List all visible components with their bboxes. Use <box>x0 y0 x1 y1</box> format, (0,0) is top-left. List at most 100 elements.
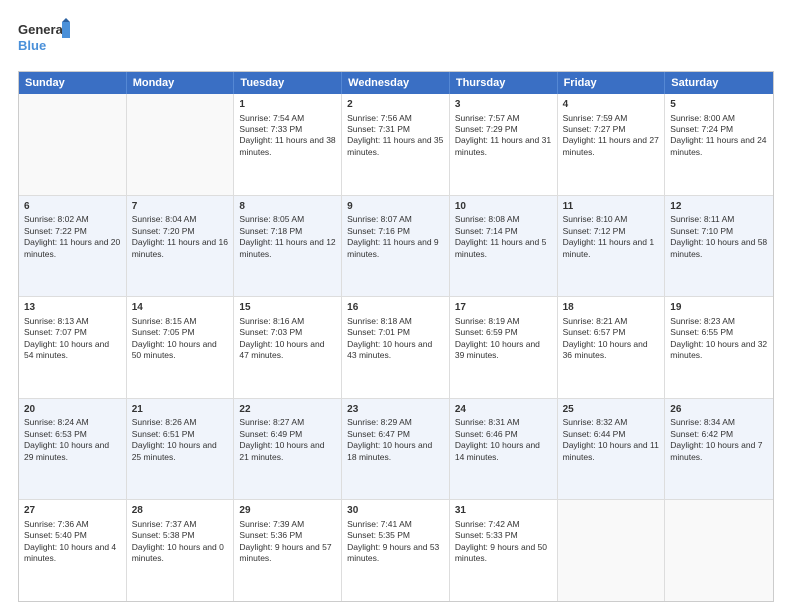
sunrise-text: Sunrise: 8:04 AM <box>132 214 197 224</box>
day-number: 20 <box>24 403 121 417</box>
header-day-friday: Friday <box>558 72 666 94</box>
calendar-cell: 20Sunrise: 8:24 AMSunset: 6:53 PMDayligh… <box>19 399 127 500</box>
day-number: 12 <box>670 200 768 214</box>
day-number: 24 <box>455 403 552 417</box>
calendar-cell: 28Sunrise: 7:37 AMSunset: 5:38 PM Dayligh… <box>127 500 235 601</box>
sunset-text: Sunset: 7:27 PM <box>563 124 626 134</box>
sunrise-text: Sunrise: 7:54 AM <box>239 113 304 123</box>
daylight-text: Daylight: 10 hours and 14 minutes. <box>455 440 540 461</box>
day-number: 23 <box>347 403 444 417</box>
daylight-text: Daylight: 10 hours and 39 minutes. <box>455 339 540 360</box>
sunrise-text: Sunrise: 8:19 AM <box>455 316 520 326</box>
sunset-text: Sunset: 6:51 PM <box>132 429 195 439</box>
calendar-cell <box>127 94 235 195</box>
sunrise-text: Sunrise: 8:05 AM <box>239 214 304 224</box>
calendar-cell: 29Sunrise: 7:39 AMSunset: 5:36 PMDayligh… <box>234 500 342 601</box>
calendar-cell: 19Sunrise: 8:23 AMSunset: 6:55 PMDayligh… <box>665 297 773 398</box>
calendar-cell: 24Sunrise: 8:31 AMSunset: 6:46 PMDayligh… <box>450 399 558 500</box>
day-number: 25 <box>563 403 660 417</box>
day-number: 29 <box>239 504 336 518</box>
daylight-text: Daylight: 10 hours and 58 minutes. <box>670 237 767 258</box>
sunrise-text: Sunrise: 7:37 AM <box>132 519 197 529</box>
sunrise-text: Sunrise: 7:39 AM <box>239 519 304 529</box>
calendar-cell: 17Sunrise: 8:19 AMSunset: 6:59 PMDayligh… <box>450 297 558 398</box>
sunset-text: Sunset: 7:12 PM <box>563 226 626 236</box>
sunrise-text: Sunrise: 8:21 AM <box>563 316 628 326</box>
day-number: 28 <box>132 504 229 518</box>
sunset-text: Sunset: 7:22 PM <box>24 226 87 236</box>
sunrise-text: Sunrise: 8:16 AM <box>239 316 304 326</box>
sunset-text: Sunset: 5:38 PM <box>132 530 195 540</box>
sunset-text: Sunset: 7:20 PM <box>132 226 195 236</box>
calendar-cell: 8Sunrise: 8:05 AMSunset: 7:18 PMDaylight… <box>234 196 342 297</box>
sunrise-text: Sunrise: 8:34 AM <box>670 417 735 427</box>
calendar-cell: 1Sunrise: 7:54 AMSunset: 7:33 PMDaylight… <box>234 94 342 195</box>
sunset-text: Sunset: 7:18 PM <box>239 226 302 236</box>
day-number: 6 <box>24 200 121 214</box>
daylight-text: Daylight: 9 hours and 53 minutes. <box>347 542 439 563</box>
calendar-cell: 27Sunrise: 7:36 AMSunset: 5:40 PMDayligh… <box>19 500 127 601</box>
day-number: 4 <box>563 98 660 112</box>
calendar-cell: 12Sunrise: 8:11 AMSunset: 7:10 PMDayligh… <box>665 196 773 297</box>
calendar: SundayMondayTuesdayWednesdayThursdayFrid… <box>18 71 774 602</box>
sunset-text: Sunset: 5:33 PM <box>455 530 518 540</box>
calendar-cell <box>558 500 666 601</box>
sunrise-text: Sunrise: 8:23 AM <box>670 316 735 326</box>
sunset-text: Sunset: 7:31 PM <box>347 124 410 134</box>
sunset-text: Sunset: 6:44 PM <box>563 429 626 439</box>
calendar-cell: 11Sunrise: 8:10 AMSunset: 7:12 PMDayligh… <box>558 196 666 297</box>
sunrise-text: Sunrise: 8:27 AM <box>239 417 304 427</box>
calendar-cell: 9Sunrise: 8:07 AMSunset: 7:16 PMDaylight… <box>342 196 450 297</box>
daylight-text: Daylight: 10 hours and 50 minutes. <box>132 339 217 360</box>
calendar-week-3: 13Sunrise: 8:13 AMSunset: 7:07 PMDayligh… <box>19 297 773 399</box>
calendar-cell: 14Sunrise: 8:15 AMSunset: 7:05 PMDayligh… <box>127 297 235 398</box>
sunset-text: Sunset: 7:07 PM <box>24 327 87 337</box>
day-number: 14 <box>132 301 229 315</box>
sunrise-text: Sunrise: 8:13 AM <box>24 316 89 326</box>
sunrise-text: Sunrise: 8:02 AM <box>24 214 89 224</box>
daylight-text: Daylight: 11 hours and 38 minutes. <box>239 135 335 156</box>
calendar-cell: 15Sunrise: 8:16 AMSunset: 7:03 PMDayligh… <box>234 297 342 398</box>
daylight-text: Daylight: 10 hours and 47 minutes. <box>239 339 324 360</box>
header-day-sunday: Sunday <box>19 72 127 94</box>
daylight-text: Daylight: 10 hours and 36 minutes. <box>563 339 648 360</box>
sunset-text: Sunset: 6:49 PM <box>239 429 302 439</box>
calendar-week-1: 1Sunrise: 7:54 AMSunset: 7:33 PMDaylight… <box>19 94 773 196</box>
calendar-cell: 26Sunrise: 8:34 AMSunset: 6:42 PMDayligh… <box>665 399 773 500</box>
sunrise-text: Sunrise: 8:18 AM <box>347 316 412 326</box>
sunrise-text: Sunrise: 8:29 AM <box>347 417 412 427</box>
sunset-text: Sunset: 7:24 PM <box>670 124 733 134</box>
daylight-text: Daylight: 10 hours and 0 minutes. <box>132 542 224 563</box>
header-day-tuesday: Tuesday <box>234 72 342 94</box>
sunrise-text: Sunrise: 8:10 AM <box>563 214 628 224</box>
sunrise-text: Sunrise: 8:31 AM <box>455 417 520 427</box>
daylight-text: Daylight: 9 hours and 50 minutes. <box>455 542 547 563</box>
day-number: 10 <box>455 200 552 214</box>
daylight-text: Daylight: 11 hours and 9 minutes. <box>347 237 439 258</box>
calendar-cell: 31Sunrise: 7:42 AMSunset: 5:33 PMDayligh… <box>450 500 558 601</box>
sunset-text: Sunset: 6:55 PM <box>670 327 733 337</box>
sunrise-text: Sunrise: 7:42 AM <box>455 519 520 529</box>
logo-icon: General Blue <box>18 18 70 56</box>
calendar-cell <box>19 94 127 195</box>
sunset-text: Sunset: 7:16 PM <box>347 226 410 236</box>
sunrise-text: Sunrise: 8:15 AM <box>132 316 197 326</box>
sunset-text: Sunset: 7:29 PM <box>455 124 518 134</box>
day-number: 26 <box>670 403 768 417</box>
daylight-text: Daylight: 11 hours and 27 minutes. <box>563 135 659 156</box>
svg-text:Blue: Blue <box>18 38 46 53</box>
day-number: 2 <box>347 98 444 112</box>
sunrise-text: Sunrise: 7:57 AM <box>455 113 520 123</box>
calendar-cell: 10Sunrise: 8:08 AMSunset: 7:14 PMDayligh… <box>450 196 558 297</box>
calendar-body: 1Sunrise: 7:54 AMSunset: 7:33 PMDaylight… <box>19 94 773 601</box>
day-number: 11 <box>563 200 660 214</box>
daylight-text: Daylight: 10 hours and 43 minutes. <box>347 339 432 360</box>
sunrise-text: Sunrise: 8:08 AM <box>455 214 520 224</box>
header-day-wednesday: Wednesday <box>342 72 450 94</box>
sunrise-text: Sunrise: 7:36 AM <box>24 519 89 529</box>
calendar-cell: 25Sunrise: 8:32 AMSunset: 6:44 PMDayligh… <box>558 399 666 500</box>
daylight-text: Daylight: 11 hours and 16 minutes. <box>132 237 228 258</box>
day-number: 3 <box>455 98 552 112</box>
svg-text:General: General <box>18 22 66 37</box>
sunset-text: Sunset: 5:35 PM <box>347 530 410 540</box>
